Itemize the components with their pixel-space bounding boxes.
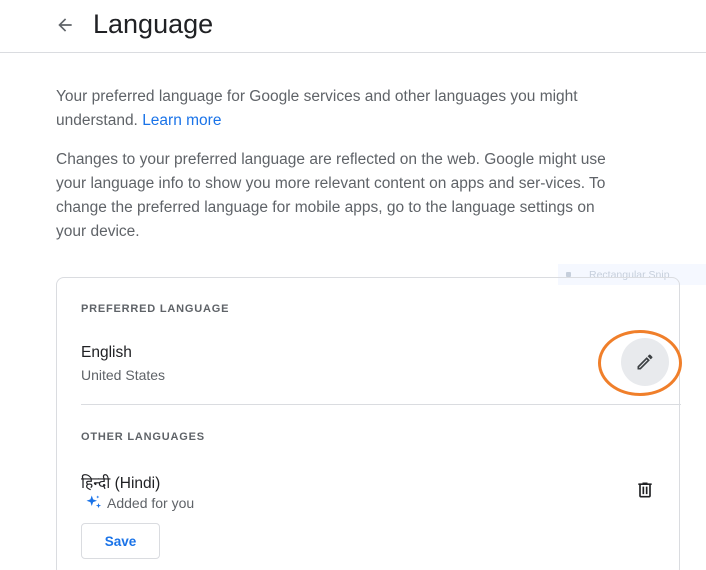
pencil-icon xyxy=(637,354,653,370)
back-button[interactable] xyxy=(50,10,80,40)
page-header: Language xyxy=(0,0,706,53)
language-settings-page: Language Your preferred language for Goo… xyxy=(0,0,706,570)
save-button[interactable]: Save xyxy=(81,523,160,559)
trash-icon xyxy=(638,482,652,498)
preferred-language-region: United States xyxy=(81,367,166,383)
changes-paragraph: Changes to your preferred language are r… xyxy=(56,151,606,240)
other-languages-heading: OTHER LANGUAGES xyxy=(81,431,205,443)
added-for-you-label: Added for you xyxy=(107,495,195,511)
sparkle-icon xyxy=(85,494,103,512)
section-divider xyxy=(81,404,681,405)
other-language-name: हिन्दी (Hindi) xyxy=(81,475,161,492)
edit-preferred-language-button[interactable] xyxy=(621,338,669,386)
added-for-you-note: Added for you xyxy=(85,494,194,512)
arrow-left-icon xyxy=(58,18,72,32)
preferred-language-name: English xyxy=(81,344,132,361)
language-card: PREFERRED LANGUAGE English United States… xyxy=(56,277,682,570)
learn-more-link[interactable]: Learn more xyxy=(142,112,221,129)
page-title: Language xyxy=(93,9,214,39)
intro-paragraph: Your preferred language for Google servi… xyxy=(56,85,616,133)
intro-text: Your preferred language for Google servi… xyxy=(56,88,578,129)
preferred-language-heading: PREFERRED LANGUAGE xyxy=(81,303,230,315)
delete-language-button[interactable] xyxy=(631,476,659,504)
